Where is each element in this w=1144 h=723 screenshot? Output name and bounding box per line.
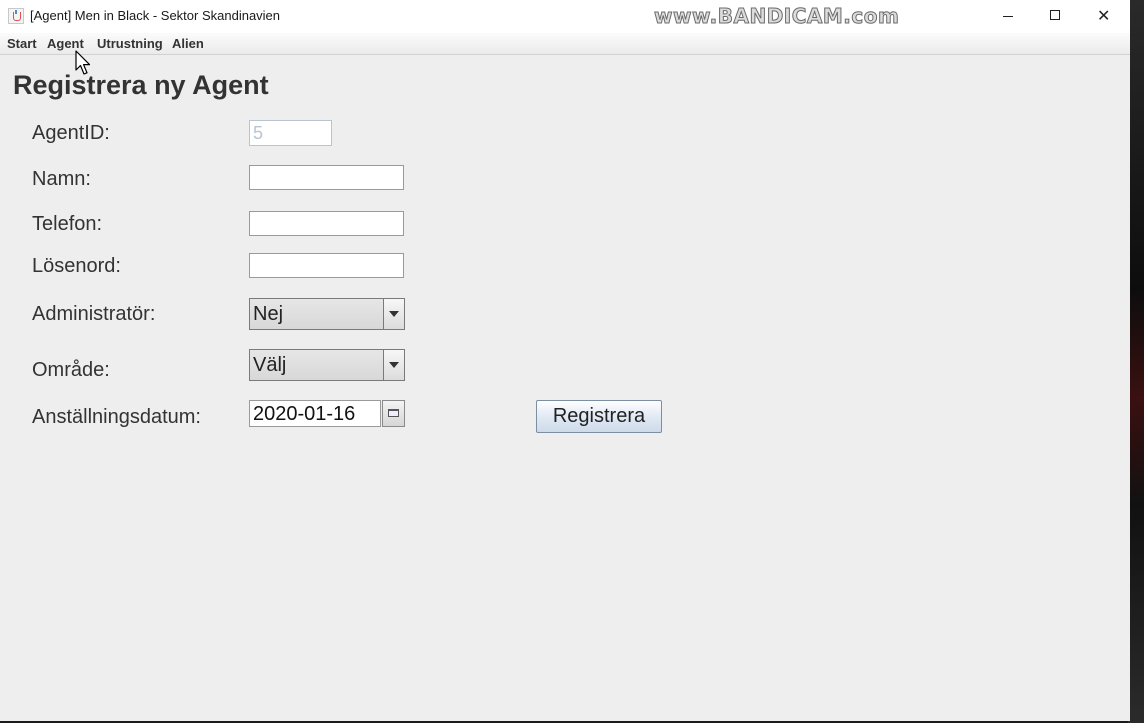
namn-label: Namn:: [32, 168, 91, 190]
telefon-label: Telefon:: [32, 213, 103, 235]
window-title: [Agent] Men in Black - Sektor Skandinavi…: [30, 8, 281, 23]
administrator-dropdown[interactable]: Nej: [249, 298, 405, 330]
losenord-field[interactable]: [249, 253, 404, 278]
chevron-down-icon[interactable]: [383, 299, 404, 329]
close-button[interactable]: ✕: [1082, 0, 1128, 32]
omrade-dropdown[interactable]: Välj: [249, 349, 405, 381]
menu-agent[interactable]: Agent: [47, 36, 84, 51]
agentid-field[interactable]: [249, 120, 332, 146]
minimize-button[interactable]: [985, 0, 1031, 32]
java-app-icon: [8, 8, 24, 24]
anstallningsdatum-value: 2020-01-16: [253, 403, 356, 425]
maximize-icon: [1050, 10, 1060, 20]
telefon-field[interactable]: [249, 211, 404, 236]
bandicam-watermark: www.BANDICAM.com: [653, 4, 900, 29]
administrator-label: Administratör:: [32, 303, 156, 325]
losenord-label: Lösenord:: [32, 255, 121, 277]
maximize-button[interactable]: [1032, 0, 1078, 32]
menu-alien[interactable]: Alien: [172, 36, 204, 51]
registrera-button[interactable]: Registrera: [536, 400, 662, 433]
close-icon: ✕: [1097, 6, 1111, 25]
namn-field[interactable]: [249, 165, 404, 190]
chevron-down-icon[interactable]: [383, 350, 404, 380]
administrator-selected: Nej: [253, 303, 284, 325]
main-panel: [0, 55, 1130, 721]
desktop-background: [1128, 0, 1144, 723]
title-bar[interactable]: [Agent] Men in Black - Sektor Skandinavi…: [0, 0, 1130, 33]
app-window: [Agent] Men in Black - Sektor Skandinavi…: [0, 0, 1130, 721]
menu-bar: Start Agent Utrustning Alien: [0, 33, 1130, 85]
anstallningsdatum-field[interactable]: 2020-01-16: [249, 400, 381, 427]
menu-start[interactable]: Start: [7, 36, 37, 51]
agentid-label: AgentID:: [32, 122, 110, 144]
minimize-icon: [1003, 16, 1013, 17]
mouse-cursor-icon: [75, 50, 91, 75]
omrade-selected: Välj: [253, 354, 287, 376]
calendar-icon: [388, 409, 399, 417]
menu-utrustning[interactable]: Utrustning: [97, 36, 163, 51]
omrade-label: Område:: [32, 359, 110, 381]
anstallningsdatum-label: Anställningsdatum:: [32, 406, 201, 428]
calendar-picker-button[interactable]: [382, 400, 405, 427]
page-title: Registrera ny Agent: [13, 70, 269, 100]
